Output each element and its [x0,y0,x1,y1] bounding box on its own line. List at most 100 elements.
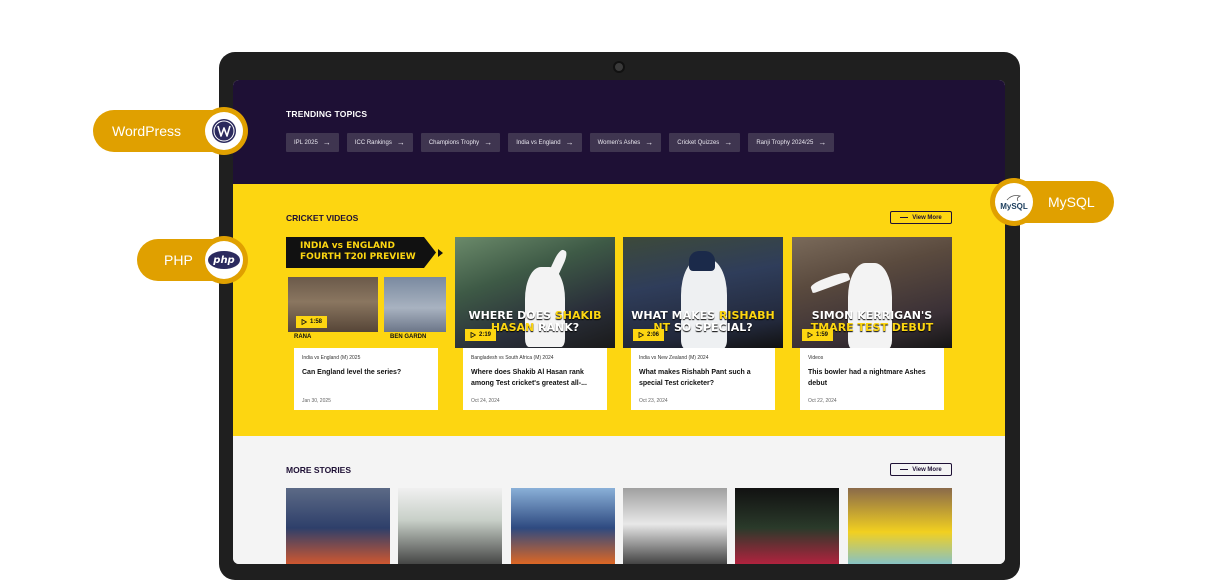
video-card[interactable]: INDIA vs ENGLAND FOURTH T20I PREVIEW RAN… [286,237,446,410]
preview-banner: INDIA vs ENGLAND FOURTH T20I PREVIEW [286,237,436,268]
play-icon [807,332,813,338]
play-icon [638,332,644,338]
chip-icc-rankings[interactable]: ICC Rankings → [346,133,413,152]
card-date: Oct 23, 2024 [639,398,668,404]
presenter-name-left: RANA [288,332,378,341]
mysql-logo-icon: MySQL [995,183,1033,221]
video-card[interactable]: WHERE DOES SHAKIB HASAN RANK? 2:19 Bangl… [455,237,615,410]
chip-label: India vs England [516,139,561,146]
preview-banner-text: INDIA vs ENGLAND FOURTH T20I PREVIEW [300,241,416,262]
card-date: Jan 30, 2025 [302,398,331,404]
chip-ipl-2025[interactable]: IPL 2025 → [286,133,339,152]
card-title[interactable]: Where does Shakib Al Hasan rank among Te… [471,367,599,389]
card-category: Videos [808,355,824,361]
story-thumbnail[interactable] [735,488,839,564]
player-arm [547,248,569,280]
story-thumbnail[interactable] [511,488,615,564]
player-figure [848,263,892,348]
video-card[interactable]: WHAT MAKES RISHABH NT SO SPECIAL? 2:06 I… [623,237,783,410]
chip-label: ICC Rankings [354,139,392,146]
arrow-right-icon: → [565,138,574,147]
videos-view-more-button[interactable]: View More [890,211,952,224]
duration-text: 2:19 [479,332,492,338]
video-thumbnail[interactable]: SIMON KERRIGAN'S TMARE TEST DEBUT 1:59 [792,237,952,348]
card-date: Oct 22, 2024 [808,398,837,404]
view-more-label: View More [912,214,942,221]
story-thumbnail[interactable] [398,488,502,564]
mysql-logo-text: MySQL [1000,201,1028,211]
camera-icon [613,61,625,73]
headline-text: SO SPECIAL? [670,321,753,334]
wordpress-logo-svg [212,119,236,143]
chip-label: Champions Trophy [428,139,480,146]
php-logo-text: php [208,251,240,269]
video-thumbnail[interactable]: WHERE DOES SHAKIB HASAN RANK? 2:19 [455,237,615,348]
card-category: India vs New Zealand (M) 2024 [639,355,709,361]
headline-highlight: HASAN [490,321,535,334]
play-icon [301,319,307,325]
arrow-right-icon: → [484,138,493,147]
card-title[interactable]: What makes Rishabh Pant such a special T… [639,367,767,389]
duration-text: 1:58 [310,319,323,325]
video-thumbnail[interactable]: WHAT MAKES RISHABH NT SO SPECIAL? 2:06 [623,237,783,348]
card-body: India vs New Zealand (M) 2024 What makes… [631,348,775,410]
card-title[interactable]: Can England level the series? [302,367,430,378]
banner-arrow-icon [438,249,443,257]
card-category: Bangladesh vs South Africa (M) 2024 [471,355,554,361]
chip-india-vs-england[interactable]: India vs England → [508,133,582,152]
card-body: Videos This bowler had a nightmare Ashes… [800,348,944,410]
presenter-video-left [288,277,378,339]
videos-title: CRICKET VIDEOS [286,213,359,223]
player-figure [681,259,727,348]
arrow-right-icon: → [322,138,331,147]
duration-badge: 2:19 [465,329,497,341]
chip-label: Ranji Trophy 2024/25 [756,139,814,146]
more-stories-section: MORE STORIES View More [233,436,1005,564]
dash-icon [900,216,909,219]
card-body: India vs England (M) 2025 Can England le… [294,348,438,410]
trending-chips: IPL 2025 → ICC Rankings → Champions Trophy… [286,133,835,152]
arrow-right-icon: → [396,138,405,147]
chip-label: Women's Ashes [597,139,641,146]
arrow-right-icon: → [645,138,654,147]
wordpress-logo-container [200,107,248,155]
mysql-logo-container: MySQL [990,178,1038,226]
php-logo-container: php [200,236,248,284]
chip-label: Cricket Quizzes [677,139,720,146]
chip-ranji-trophy[interactable]: Ranji Trophy 2024/25 → [748,133,835,152]
stories-title: MORE STORIES [286,465,352,475]
video-thumbnail[interactable]: INDIA vs ENGLAND FOURTH T20I PREVIEW RAN… [286,237,446,348]
duration-badge: 1:58 [296,316,328,328]
mysql-logo-mark: MySQL [1000,194,1028,211]
card-category: India vs England (M) 2025 [302,355,361,361]
php-label: PHP [164,252,193,268]
headline-text: RANK? [534,321,580,334]
chip-champions-trophy[interactable]: Champions Trophy → [420,133,501,152]
player-arm [809,270,851,294]
chip-womens-ashes[interactable]: Women's Ashes → [589,133,662,152]
mysql-label: MySQL [1048,194,1095,210]
story-thumbnail[interactable] [848,488,952,564]
wordpress-logo-icon [205,112,243,150]
duration-text: 1:59 [816,332,829,338]
arrow-right-icon: → [724,138,733,147]
dash-icon [900,468,909,471]
stage: TRENDING TOPICS IPL 2025 → ICC Rankings → … [0,0,1220,580]
helmet-icon [689,251,715,271]
chip-cricket-quizzes[interactable]: Cricket Quizzes → [669,133,741,152]
player-figure [525,267,565,347]
play-icon [470,332,476,338]
story-thumbnail[interactable] [623,488,727,564]
chip-label: IPL 2025 [294,139,318,146]
trending-section: TRENDING TOPICS IPL 2025 → ICC Rankings → … [233,80,1005,184]
presenter-video-right [384,277,446,339]
video-card[interactable]: SIMON KERRIGAN'S TMARE TEST DEBUT 1:59 V… [792,237,952,410]
stories-view-more-button[interactable]: View More [890,463,952,476]
cricket-videos-section: CRICKET VIDEOS View More INDIA vs ENGLAN… [233,184,1005,436]
website-screen: TRENDING TOPICS IPL 2025 → ICC Rankings → … [233,80,1005,564]
story-thumbnail[interactable] [286,488,390,564]
card-title[interactable]: This bowler had a nightmare Ashes debut [808,367,936,389]
view-more-label: View More [912,466,942,473]
card-date: Oct 24, 2024 [471,398,500,404]
trending-title: TRENDING TOPICS [286,109,368,119]
